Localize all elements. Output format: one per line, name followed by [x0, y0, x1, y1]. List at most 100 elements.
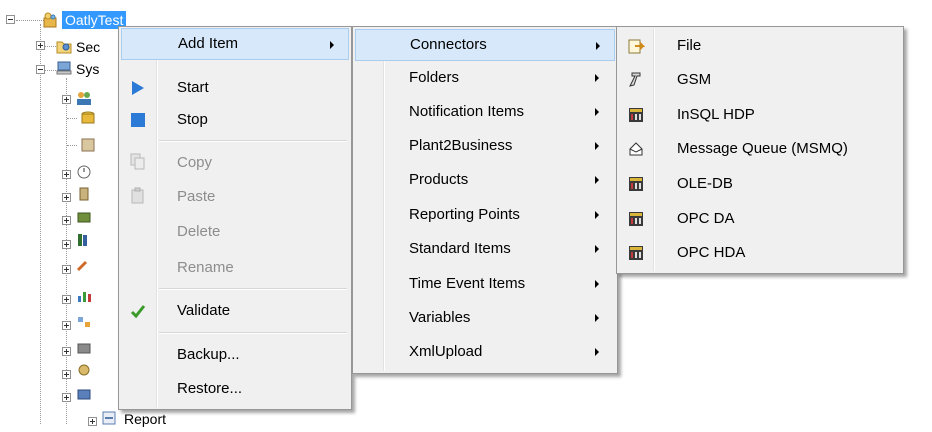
stop-icon	[131, 113, 145, 127]
menu-item-label: File	[677, 37, 702, 54]
submenu-arrow-icon	[595, 108, 599, 116]
menu-item-copy[interactable]: Copy	[121, 147, 349, 179]
tree-item-label[interactable]: Sec	[76, 38, 100, 56]
menu-item-label: Rename	[177, 259, 234, 276]
menu-item-plant2business[interactable]: Plant2Business	[355, 130, 615, 162]
submenu-arrow-icon	[595, 211, 599, 219]
books-icon	[78, 234, 87, 246]
submenu-arrow-icon	[596, 42, 600, 50]
menu-item-label: Delete	[177, 223, 221, 240]
database-icon	[81, 111, 95, 124]
menu-item-backup[interactable]: Backup...	[121, 339, 349, 371]
expand-toggle[interactable]	[36, 41, 45, 50]
menu-item-standard-items[interactable]: Standard Items	[355, 233, 615, 265]
report-icon	[102, 411, 116, 425]
expand-toggle[interactable]	[62, 170, 71, 179]
menu-item-xmlupload[interactable]: XmlUpload	[355, 336, 615, 368]
menu-item-folders[interactable]: Folders	[355, 62, 615, 94]
menu-item-validate[interactable]: Validate	[121, 295, 349, 327]
menu-item-connectors[interactable]: Connectors	[355, 29, 615, 61]
menu-item-stop[interactable]: Stop	[121, 104, 349, 136]
menu-item-label: Notification Items	[409, 103, 525, 120]
connectors-submenu: File GSM InSQL HDP Message Queue (MSMQ) …	[616, 26, 904, 274]
menu-item-label: OPC DA	[677, 210, 735, 227]
expand-toggle[interactable]	[62, 370, 71, 379]
tools-icon	[76, 260, 88, 272]
chart-icon	[78, 292, 91, 302]
users-icon	[77, 92, 91, 105]
menu-item-gsm[interactable]: GSM	[619, 64, 901, 96]
network-icon	[78, 317, 90, 327]
expand-toggle[interactable]	[62, 347, 71, 356]
collapse-toggle[interactable]	[6, 15, 15, 24]
expand-toggle[interactable]	[62, 193, 71, 202]
expand-toggle[interactable]	[62, 240, 71, 249]
submenu-arrow-icon	[595, 176, 599, 184]
menu-item-products[interactable]: Products	[355, 164, 615, 196]
menu-item-label: Plant2Business	[409, 137, 513, 154]
menu-item-paste[interactable]: Paste	[121, 181, 349, 213]
menu-item-opc-hda[interactable]: OPC HDA	[619, 237, 901, 269]
menu-item-label: XmlUpload	[409, 343, 483, 360]
expand-toggle[interactable]	[88, 417, 97, 426]
menu-item-label: GSM	[677, 71, 712, 88]
menu-item-label: Backup...	[177, 346, 240, 363]
menu-item-label: Variables	[409, 309, 471, 326]
collapse-toggle[interactable]	[36, 65, 45, 74]
database-connector-icon	[629, 246, 643, 260]
timer-icon	[77, 165, 91, 179]
menu-item-start[interactable]: Start	[121, 72, 349, 104]
menu-separator	[159, 140, 347, 142]
menu-separator	[159, 288, 347, 290]
paste-icon	[131, 187, 144, 204]
plant-icon	[77, 212, 91, 223]
menu-item-label: Restore...	[177, 380, 243, 397]
expand-toggle[interactable]	[62, 216, 71, 225]
file-connector-icon	[628, 39, 645, 54]
menu-item-add-item[interactable]: Add Item	[121, 28, 349, 60]
message-queue-icon	[629, 142, 643, 156]
play-icon	[132, 81, 144, 95]
settings-icon	[78, 364, 90, 376]
tree-item-label[interactable]: Report	[124, 410, 166, 428]
menu-item-reporting-points[interactable]: Reporting Points	[355, 199, 615, 231]
menu-item-label: Message Queue (MSMQ)	[677, 140, 848, 157]
phone-connector-icon	[629, 72, 641, 87]
database-connector-icon	[629, 212, 643, 226]
menu-item-label: Validate	[177, 302, 231, 319]
menu-item-msmq[interactable]: Message Queue (MSMQ)	[619, 133, 901, 165]
menu-item-restore[interactable]: Restore...	[121, 373, 349, 405]
expand-toggle[interactable]	[62, 295, 71, 304]
security-folder-icon	[56, 41, 72, 54]
menu-item-label: Time Event Items	[409, 275, 526, 292]
tree-line	[40, 24, 41, 424]
menu-item-label: Paste	[177, 188, 216, 205]
menu-item-label: Stop	[177, 111, 208, 128]
tree-item-label[interactable]: Sys	[76, 60, 99, 78]
tree-line	[67, 145, 77, 146]
menu-item-opc-da[interactable]: OPC DA	[619, 203, 901, 235]
menu-item-time-event-items[interactable]: Time Event Items	[355, 268, 615, 300]
menu-item-insql-hdp[interactable]: InSQL HDP	[619, 99, 901, 131]
context-menu: Add Item Start Stop Copy Paste Delete Re…	[118, 26, 352, 410]
system-icon	[56, 61, 72, 75]
project-icon	[43, 12, 57, 28]
expand-toggle[interactable]	[62, 393, 71, 402]
menu-item-label: Products	[409, 171, 469, 188]
expand-toggle[interactable]	[62, 321, 71, 330]
menu-item-label: Add Item	[178, 35, 239, 52]
menu-item-rename[interactable]: Rename	[121, 252, 349, 284]
machine-icon	[77, 343, 91, 354]
tree-root-label[interactable]: OatlyTest	[62, 11, 127, 29]
expand-toggle[interactable]	[62, 265, 71, 274]
menu-item-file[interactable]: File	[619, 30, 901, 62]
tree-line	[67, 118, 77, 119]
document-icon	[81, 138, 95, 152]
menu-item-delete[interactable]: Delete	[121, 216, 349, 248]
menu-item-notification-items[interactable]: Notification Items	[355, 96, 615, 128]
menu-item-ole-db[interactable]: OLE-DB	[619, 168, 901, 200]
expand-toggle[interactable]	[62, 95, 71, 104]
menu-item-variables[interactable]: Variables	[355, 302, 615, 334]
submenu-arrow-icon	[595, 74, 599, 82]
copy-icon	[130, 153, 145, 170]
